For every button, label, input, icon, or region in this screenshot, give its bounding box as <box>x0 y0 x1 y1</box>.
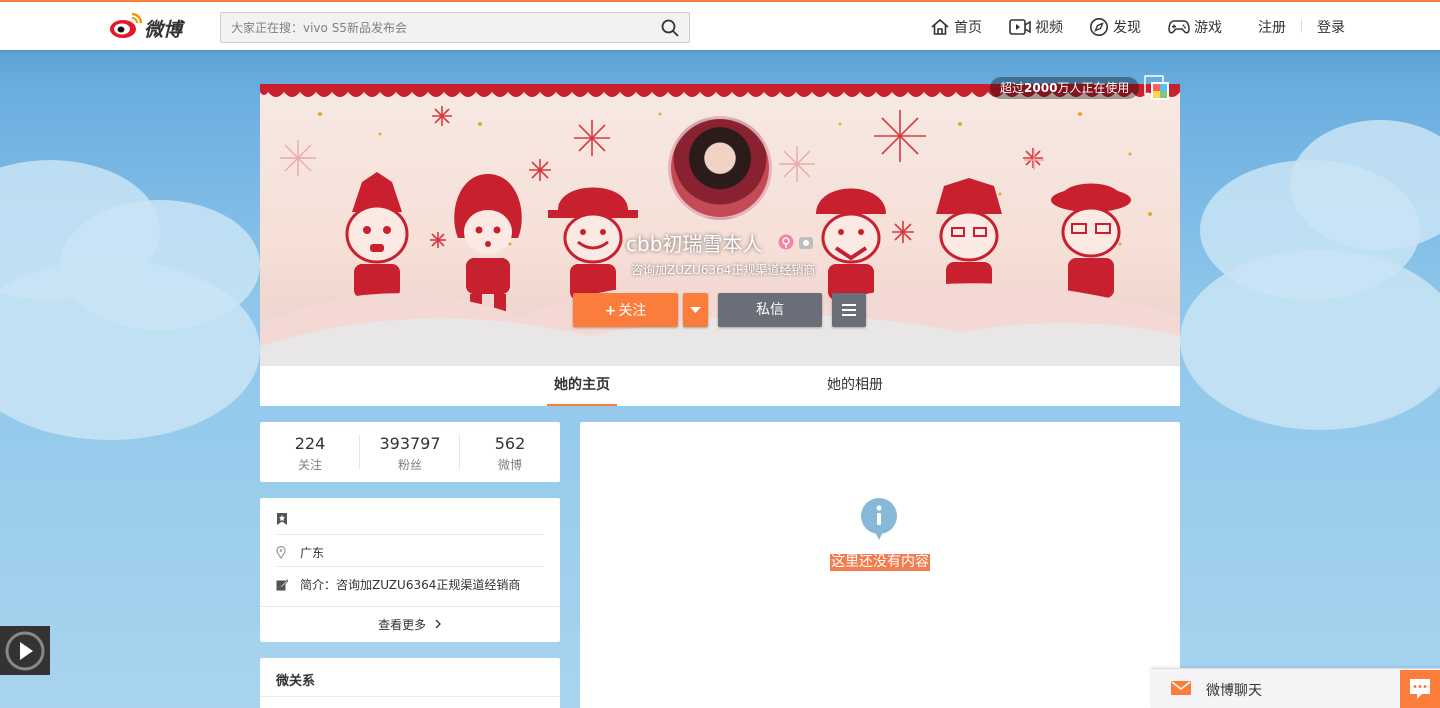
usage-badge: 超过2000万人正在使用 <box>990 77 1140 99</box>
edit-note-icon <box>276 578 288 590</box>
nav-games-label: 游戏 <box>1194 20 1222 36</box>
stats-card: 224 关注 393797 粉丝 562 微博 <box>260 422 560 482</box>
info-bio-row: 简介： 咨询加ZUZU6364正规渠道经销商 <box>276 576 544 593</box>
nav-discover[interactable]: 发现 <box>1089 16 1141 38</box>
info-divider <box>276 566 544 567</box>
nav-video[interactable]: 视频 <box>1009 16 1063 38</box>
info-icon <box>861 498 897 540</box>
profile-tab-bar: 她的主页 她的相册 <box>260 366 1180 406</box>
more-menu-button[interactable] <box>832 293 866 327</box>
stat-weibo[interactable]: 562 微博 <box>460 434 560 473</box>
info-location: 广东 <box>300 546 325 560</box>
nav-video-label: 视频 <box>1035 20 1063 36</box>
bookmark-badge-icon <box>277 513 287 525</box>
login-link[interactable]: 登录 <box>1317 16 1345 38</box>
info-divider <box>260 606 560 607</box>
search-icon[interactable] <box>661 19 679 37</box>
search-box <box>220 12 690 43</box>
private-message-button[interactable]: 私信 <box>718 293 822 327</box>
info-bio: 咨询加ZUZU6364正规渠道经销商 <box>336 578 521 592</box>
chevron-down-icon <box>690 307 701 313</box>
info-bio-prefix: 简介： <box>300 578 337 592</box>
open-chat-button[interactable] <box>1400 670 1440 708</box>
stat-fans-value: 393797 <box>379 434 441 453</box>
stat-weibo-label: 微博 <box>497 458 522 472</box>
stat-following-value: 224 <box>294 434 326 453</box>
plus-icon: + <box>604 303 617 319</box>
relations-card: 微关系 <box>260 658 560 708</box>
top-navigation-bar: 微博 首页 视频 发现 游 <box>0 0 1440 50</box>
chat-bubble-icon <box>1410 679 1430 699</box>
view-more-label: 查看更多 <box>378 618 427 632</box>
relations-divider <box>260 696 560 697</box>
nav-discover-label: 发现 <box>1113 20 1141 36</box>
profile-info-card: 广东 简介： 咨询加ZUZU6364正规渠道经销商 查看更多 <box>260 498 560 642</box>
change-skin-icon[interactable] <box>1144 75 1170 101</box>
usage-badge-suffix: 万人正在使用 <box>1057 81 1130 95</box>
stat-weibo-value: 562 <box>494 434 526 453</box>
empty-feed-message: 这里还没有内容 <box>830 554 930 571</box>
register-link[interactable]: 注册 <box>1258 16 1286 38</box>
view-more-link[interactable]: 查看更多 <box>260 616 560 633</box>
member-badge-icon[interactable] <box>798 236 814 250</box>
weibo-chat-bar[interactable]: 微博聊天 <box>1151 668 1440 708</box>
usage-badge-count: 2000 <box>1024 81 1058 95</box>
weibo-logo-text: 微博 <box>144 19 183 41</box>
video-icon <box>1009 19 1031 35</box>
stat-fans-label: 粉丝 <box>397 458 422 472</box>
follow-button-label: 关注 <box>618 303 647 319</box>
location-pin-icon <box>276 546 286 559</box>
tab-her-homepage[interactable]: 她的主页 <box>547 366 617 406</box>
stat-fans[interactable]: 393797 粉丝 <box>360 434 460 473</box>
weibo-logo[interactable]: 微博 <box>108 10 190 42</box>
stat-following[interactable]: 224 关注 <box>260 434 360 473</box>
play-icon <box>5 631 45 671</box>
background-cloud <box>1180 250 1440 430</box>
follow-options-button[interactable] <box>683 293 708 327</box>
menu-icon <box>842 304 856 316</box>
search-input[interactable] <box>221 13 651 42</box>
info-location-row: 广东 <box>276 544 544 561</box>
follow-button[interactable]: + 关注 <box>573 293 678 327</box>
home-icon <box>931 18 949 35</box>
usage-badge-prefix: 超过 <box>1000 81 1025 95</box>
gamepad-icon <box>1168 20 1190 34</box>
profile-avatar[interactable] <box>668 116 772 220</box>
nav-games[interactable]: 游戏 <box>1168 16 1222 38</box>
chevron-right-icon <box>435 619 441 629</box>
female-gender-icon <box>778 234 794 250</box>
envelope-icon <box>1171 681 1191 695</box>
video-player-button[interactable] <box>0 626 50 675</box>
nav-home[interactable]: 首页 <box>930 16 982 38</box>
info-level-row <box>276 512 544 526</box>
relations-title: 微关系 <box>276 674 316 689</box>
profile-username: cbb初瑞雪本人 <box>626 232 763 256</box>
stat-following-label: 关注 <box>297 458 322 472</box>
profile-bio-line: 咨询加ZUZU6364正规渠道经销商 <box>631 263 816 277</box>
weibo-logo-icon <box>110 12 143 38</box>
compass-icon <box>1090 18 1108 36</box>
nav-home-label: 首页 <box>954 20 982 36</box>
tab-her-album[interactable]: 她的相册 <box>820 366 890 406</box>
info-divider <box>276 534 544 535</box>
chat-label: 微博聊天 <box>1206 683 1262 699</box>
nav-divider <box>1301 19 1302 33</box>
